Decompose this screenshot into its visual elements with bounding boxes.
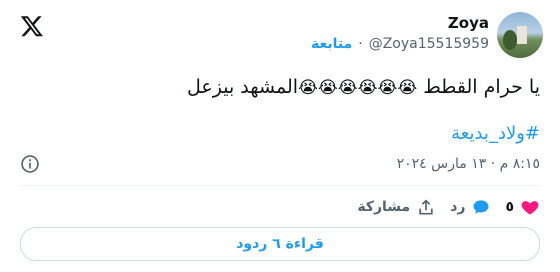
tweet-timestamp[interactable]: ٨:١٥ م · ١٣ مارس ٢٠٢٤	[397, 156, 540, 172]
follow-button[interactable]: متابعة	[311, 36, 352, 52]
hashtag-link[interactable]: #ولاد_بديعة	[451, 123, 540, 144]
action-bar: ٥ رد مشاركة	[357, 196, 540, 218]
divider	[20, 185, 540, 186]
tweet-card: Zoya @Zoya15515959 · متابعة يا حرام القط…	[0, 0, 560, 272]
heart-icon	[521, 201, 539, 215]
crying-emoji: 😭😭😭😭😭😭	[298, 78, 418, 98]
avatar[interactable]	[497, 12, 543, 58]
x-logo-icon[interactable]	[20, 14, 44, 38]
tweet-text: يا حرام القطط 😭😭😭😭😭😭المشهد بيزعل	[187, 74, 540, 101]
user-handle[interactable]: @Zoya15515959	[369, 36, 489, 52]
read-replies-button[interactable]: قراءة ٦ ردود	[20, 227, 540, 261]
tweet-text-start: يا حرام القطط	[417, 76, 540, 98]
reply-label: رد	[450, 199, 466, 215]
share-label: مشاركة	[357, 199, 411, 215]
handle-row: @Zoya15515959 · متابعة	[311, 36, 489, 52]
like-button[interactable]: ٥	[505, 197, 540, 217]
share-button[interactable]: مشاركة	[357, 197, 436, 217]
reply-bubble-icon	[473, 200, 489, 214]
like-count: ٥	[505, 199, 514, 215]
reply-button[interactable]: رد	[450, 197, 491, 217]
display-name[interactable]: Zoya	[448, 14, 489, 32]
share-icon	[419, 199, 433, 215]
avatar-tree	[503, 30, 517, 50]
avatar-building	[517, 26, 527, 44]
separator-dot: ·	[358, 36, 363, 52]
info-icon[interactable]	[20, 154, 40, 174]
tweet-text-end: المشهد بيزعل	[187, 76, 299, 98]
